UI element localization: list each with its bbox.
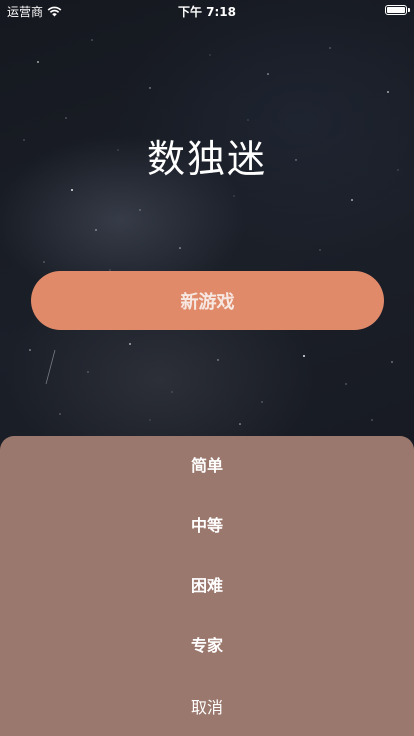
difficulty-option-expert[interactable]: 专家 (0, 626, 414, 666)
difficulty-option-hard[interactable]: 困难 (0, 566, 414, 606)
cancel-button[interactable]: 取消 (0, 688, 414, 728)
app-screen: 运营商 下午 7:18 数独迷 新游戏 简单 中等 困难 专家 取消 (0, 0, 414, 736)
difficulty-option-easy[interactable]: 简单 (0, 446, 414, 486)
battery-tip (408, 8, 410, 12)
new-game-button[interactable]: 新游戏 (31, 271, 384, 330)
battery-level (387, 7, 405, 13)
battery-icon (385, 5, 410, 15)
difficulty-option-medium[interactable]: 中等 (0, 506, 414, 546)
app-title: 数独迷 (146, 137, 267, 181)
difficulty-action-sheet: 简单 中等 困难 专家 取消 (0, 436, 414, 736)
status-bar: 运营商 下午 7:18 (0, 0, 414, 22)
status-time: 下午 7:18 (177, 5, 237, 19)
